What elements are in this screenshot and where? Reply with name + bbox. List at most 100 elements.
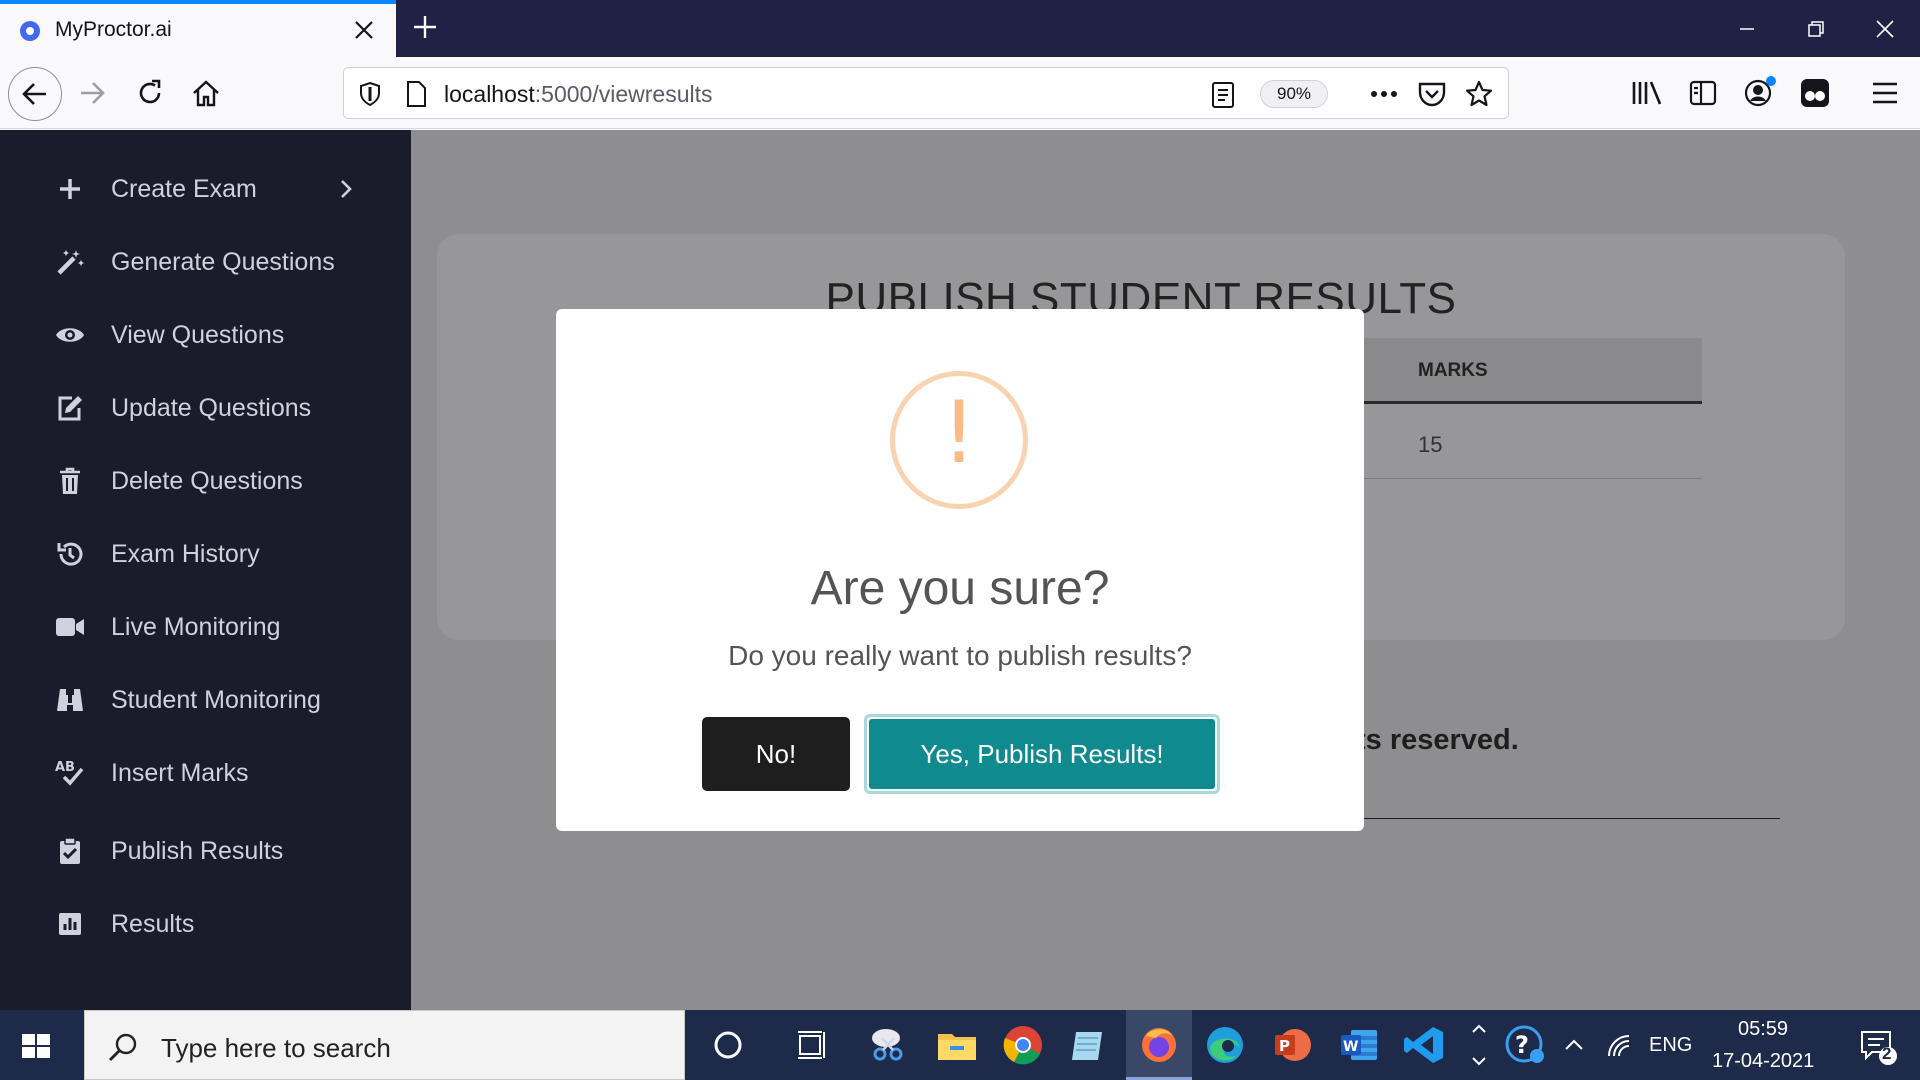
tracking-shield-icon[interactable] xyxy=(358,81,382,107)
search-icon xyxy=(109,1033,137,1061)
sidebar-item-insert-marks[interactable]: AB Insert Marks xyxy=(0,743,411,803)
more-actions-icon[interactable] xyxy=(1369,82,1399,106)
url-path: :5000/viewresults xyxy=(534,81,713,107)
trash-icon xyxy=(55,466,85,496)
sidebar-item-label: Results xyxy=(111,910,195,938)
dialog-message: Do you really want to publish results? xyxy=(728,640,1192,671)
sidebar-item-student-monitoring[interactable]: Student Monitoring xyxy=(0,670,411,730)
notepad-icon[interactable] xyxy=(1066,1022,1112,1068)
chrome-icon[interactable] xyxy=(1000,1022,1046,1068)
help-icon[interactable]: ? xyxy=(1504,1024,1546,1066)
confirm-button-label: Yes, Publish Results! xyxy=(869,719,1215,789)
notification-center-icon[interactable] xyxy=(1858,1026,1898,1066)
sidebar-item-update-questions[interactable]: Update Questions xyxy=(0,378,411,438)
clock-time[interactable]: 05:59 xyxy=(1738,1018,1788,1041)
edit-icon xyxy=(55,393,85,423)
warning-icon: ! xyxy=(890,371,1028,509)
table-cell-marks: 15 xyxy=(1418,432,1443,457)
notification-count-badge: 2 xyxy=(1882,1044,1892,1063)
home-icon xyxy=(193,80,219,107)
browser-tab-active[interactable]: MyProctor.ai xyxy=(0,0,396,57)
taskbar-search-box[interactable]: Type here to search xyxy=(84,1010,685,1080)
new-tab-icon[interactable] xyxy=(410,12,440,42)
firefox-icon[interactable] xyxy=(1136,1022,1182,1068)
pocket-icon[interactable] xyxy=(1417,80,1447,108)
cortana-icon[interactable] xyxy=(705,1022,751,1068)
sidebar-item-label: Insert Marks xyxy=(111,759,249,787)
address-bar[interactable]: localhost:5000/viewresults 90% xyxy=(343,67,1509,119)
site-favicon-icon xyxy=(20,21,40,41)
minimize-window-icon[interactable] xyxy=(1732,14,1762,44)
clock-date[interactable]: 17-04-2021 xyxy=(1712,1050,1814,1073)
hamburger-menu-icon[interactable] xyxy=(1870,79,1900,107)
forward-button[interactable] xyxy=(70,71,114,115)
sidebar-item-publish-results[interactable]: Publish Results xyxy=(0,821,411,881)
warning-mark: ! xyxy=(941,383,977,483)
sidebar-item-results[interactable]: Results xyxy=(0,894,411,954)
back-button[interactable] xyxy=(8,67,62,121)
task-view-icon[interactable] xyxy=(790,1022,836,1068)
vscode-icon[interactable] xyxy=(1401,1022,1447,1068)
confirm-publish-button[interactable]: Yes, Publish Results! xyxy=(864,714,1220,794)
reader-view-icon[interactable] xyxy=(1210,81,1236,109)
history-icon xyxy=(55,539,85,569)
powerpoint-icon[interactable]: P xyxy=(1269,1022,1315,1068)
footer-divider xyxy=(1336,818,1780,819)
edge-icon[interactable] xyxy=(1202,1022,1248,1068)
extension-icon[interactable] xyxy=(1799,77,1831,109)
sidebar-item-create-exam[interactable]: Create Exam xyxy=(0,159,411,219)
sidebar-toggle-icon[interactable] xyxy=(1688,78,1718,108)
sidebar: Create Exam Generate Questions View Ques… xyxy=(0,130,411,1010)
svg-text:W: W xyxy=(1343,1039,1358,1055)
chevron-right-icon xyxy=(341,180,352,198)
show-hidden-icons-chevron-icon[interactable] xyxy=(1563,1035,1585,1055)
spellcheck-icon: AB xyxy=(55,758,85,788)
sidebar-item-label: Update Questions xyxy=(111,394,312,422)
url-text: localhost:5000/viewresults xyxy=(444,81,712,108)
reload-icon xyxy=(139,79,161,104)
eye-icon xyxy=(55,320,85,350)
video-camera-icon xyxy=(55,612,85,642)
sidebar-item-live-monitoring[interactable]: Live Monitoring xyxy=(0,597,411,657)
wifi-icon[interactable] xyxy=(1605,1032,1633,1058)
sidebar-item-label: View Questions xyxy=(111,321,285,349)
sidebar-item-label: Generate Questions xyxy=(111,248,335,276)
taskbar-scroll-icon[interactable] xyxy=(1468,1018,1490,1072)
cancel-button[interactable]: No! xyxy=(702,717,850,791)
bookmark-star-icon[interactable] xyxy=(1464,79,1494,109)
arrow-right-icon xyxy=(81,82,105,104)
sidebar-item-delete-questions[interactable]: Delete Questions xyxy=(0,451,411,511)
close-window-icon[interactable] xyxy=(1870,14,1900,44)
sidebar-item-label: Publish Results xyxy=(111,837,284,865)
sidebar-item-label: Delete Questions xyxy=(111,467,303,495)
browser-nav-bar: localhost:5000/viewresults 90% xyxy=(0,57,1920,129)
file-explorer-icon[interactable] xyxy=(934,1022,980,1068)
svg-text:AB: AB xyxy=(55,760,75,775)
clipboard-check-icon xyxy=(55,836,85,866)
snipping-tool-icon[interactable] xyxy=(866,1022,912,1068)
plus-icon xyxy=(55,174,85,204)
footer-copyright-text: ts reserved. xyxy=(1356,724,1519,756)
library-icon[interactable] xyxy=(1630,78,1664,108)
sidebar-item-label: Live Monitoring xyxy=(111,613,281,641)
close-tab-icon[interactable] xyxy=(352,18,376,42)
dialog-title: Are you sure? xyxy=(810,562,1110,615)
page-info-icon[interactable] xyxy=(404,80,428,108)
sidebar-item-generate-questions[interactable]: Generate Questions xyxy=(0,232,411,292)
zoom-level-badge[interactable]: 90% xyxy=(1260,80,1328,108)
sidebar-item-view-questions[interactable]: View Questions xyxy=(0,305,411,365)
column-header-marks: MARKS xyxy=(1418,360,1488,381)
windows-start-icon[interactable] xyxy=(14,1026,58,1066)
restore-window-icon[interactable] xyxy=(1801,14,1831,44)
word-icon[interactable]: W xyxy=(1335,1022,1381,1068)
binoculars-icon xyxy=(55,685,85,715)
browser-tab-strip: MyProctor.ai xyxy=(0,0,1920,57)
language-indicator[interactable]: ENG xyxy=(1649,1034,1692,1057)
reload-button[interactable] xyxy=(128,71,172,115)
home-button[interactable] xyxy=(184,71,228,115)
sidebar-item-label: Exam History xyxy=(111,540,260,568)
magic-wand-icon xyxy=(55,247,85,277)
sidebar-item-exam-history[interactable]: Exam History xyxy=(0,524,411,584)
sidebar-item-label: Create Exam xyxy=(111,175,257,203)
account-icon[interactable] xyxy=(1743,75,1777,109)
